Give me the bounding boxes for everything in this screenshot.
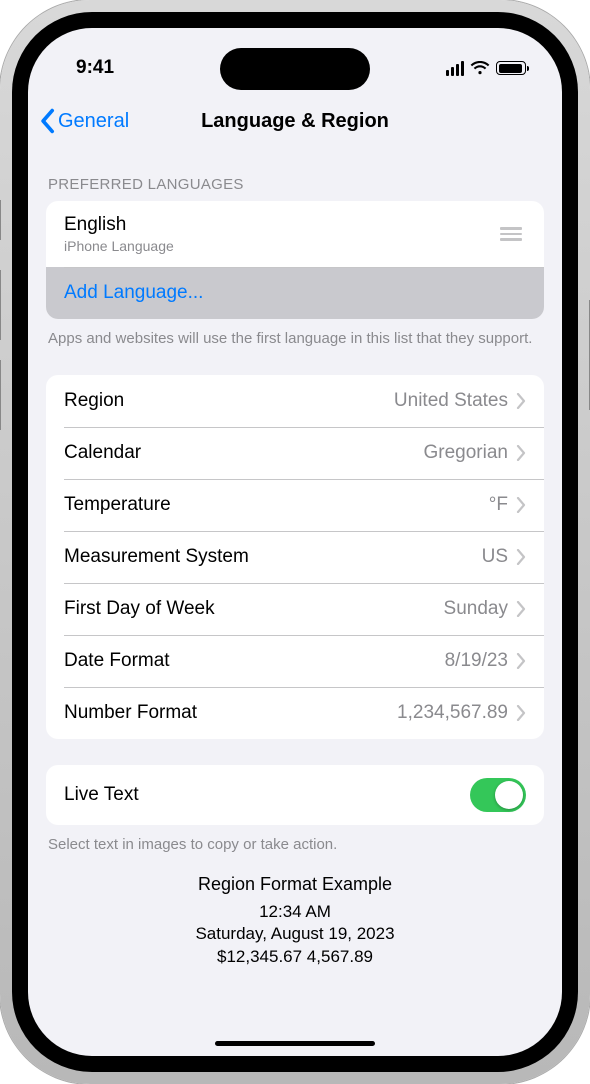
screen: 9:41 General Language & Region: [28, 28, 562, 1056]
date-format-label: Date Format: [64, 650, 445, 672]
chevron-right-icon: [516, 445, 526, 461]
content-scroll[interactable]: PREFERRED LANGUAGES English iPhone Langu…: [28, 148, 562, 1056]
chevron-right-icon: [516, 705, 526, 721]
region-label: Region: [64, 390, 394, 412]
number-format-label: Number Format: [64, 702, 397, 724]
cellular-signal-icon: [446, 61, 465, 76]
calendar-row[interactable]: Calendar Gregorian: [46, 427, 544, 479]
device-frame: 9:41 General Language & Region: [0, 0, 590, 1084]
add-language-button[interactable]: Add Language...: [46, 267, 544, 319]
back-button[interactable]: General: [38, 108, 129, 134]
status-time: 9:41: [76, 57, 114, 79]
live-text-row: Live Text: [46, 765, 544, 825]
temperature-label: Temperature: [64, 494, 489, 516]
volume-down-button: [0, 360, 1, 430]
live-text-group: Live Text: [46, 765, 544, 825]
chevron-right-icon: [516, 393, 526, 409]
volume-up-button: [0, 270, 1, 340]
measurement-row[interactable]: Measurement System US: [46, 531, 544, 583]
number-format-value: 1,234,567.89: [397, 702, 508, 724]
live-text-label: Live Text: [64, 784, 470, 806]
wifi-icon: [470, 61, 490, 76]
temperature-value: °F: [489, 494, 508, 516]
measurement-value: US: [482, 546, 508, 568]
region-settings-group: Region United States Calendar Gregorian …: [46, 375, 544, 739]
language-title: English: [64, 214, 500, 236]
chevron-left-icon: [38, 108, 56, 134]
number-format-row[interactable]: Number Format 1,234,567.89: [46, 687, 544, 739]
first-day-label: First Day of Week: [64, 598, 444, 620]
dynamic-island: [220, 48, 370, 90]
example-date: Saturday, August 19, 2023: [48, 923, 542, 946]
calendar-value: Gregorian: [424, 442, 509, 464]
chevron-right-icon: [516, 601, 526, 617]
example-numbers: $12,345.67 4,567.89: [48, 946, 542, 969]
preferred-languages-footer: Apps and websites will use the first lan…: [28, 319, 562, 349]
live-text-footer: Select text in images to copy or take ac…: [28, 825, 562, 855]
temperature-row[interactable]: Temperature °F: [46, 479, 544, 531]
date-format-value: 8/19/23: [445, 650, 508, 672]
navigation-bar: General Language & Region: [28, 94, 562, 148]
reorder-handle-icon[interactable]: [500, 227, 526, 241]
region-format-example: Region Format Example 12:34 AM Saturday,…: [28, 856, 562, 970]
first-day-row[interactable]: First Day of Week Sunday: [46, 583, 544, 635]
mute-switch: [0, 200, 1, 240]
battery-icon: [496, 61, 526, 75]
first-day-value: Sunday: [444, 598, 508, 620]
measurement-label: Measurement System: [64, 546, 482, 568]
language-row-english[interactable]: English iPhone Language: [46, 201, 544, 267]
toggle-knob: [495, 781, 523, 809]
region-value: United States: [394, 390, 508, 412]
preferred-languages-header: PREFERRED LANGUAGES: [28, 148, 562, 201]
example-title: Region Format Example: [48, 874, 542, 895]
example-time: 12:34 AM: [48, 901, 542, 924]
add-language-label: Add Language...: [64, 282, 526, 304]
date-format-row[interactable]: Date Format 8/19/23: [46, 635, 544, 687]
region-row[interactable]: Region United States: [46, 375, 544, 427]
chevron-right-icon: [516, 497, 526, 513]
live-text-toggle[interactable]: [470, 778, 526, 812]
calendar-label: Calendar: [64, 442, 424, 464]
chevron-right-icon: [516, 549, 526, 565]
back-label: General: [58, 110, 129, 133]
chevron-right-icon: [516, 653, 526, 669]
language-subtitle: iPhone Language: [64, 238, 500, 254]
home-indicator: [215, 1041, 375, 1046]
preferred-languages-group: English iPhone Language Add Language...: [46, 201, 544, 319]
